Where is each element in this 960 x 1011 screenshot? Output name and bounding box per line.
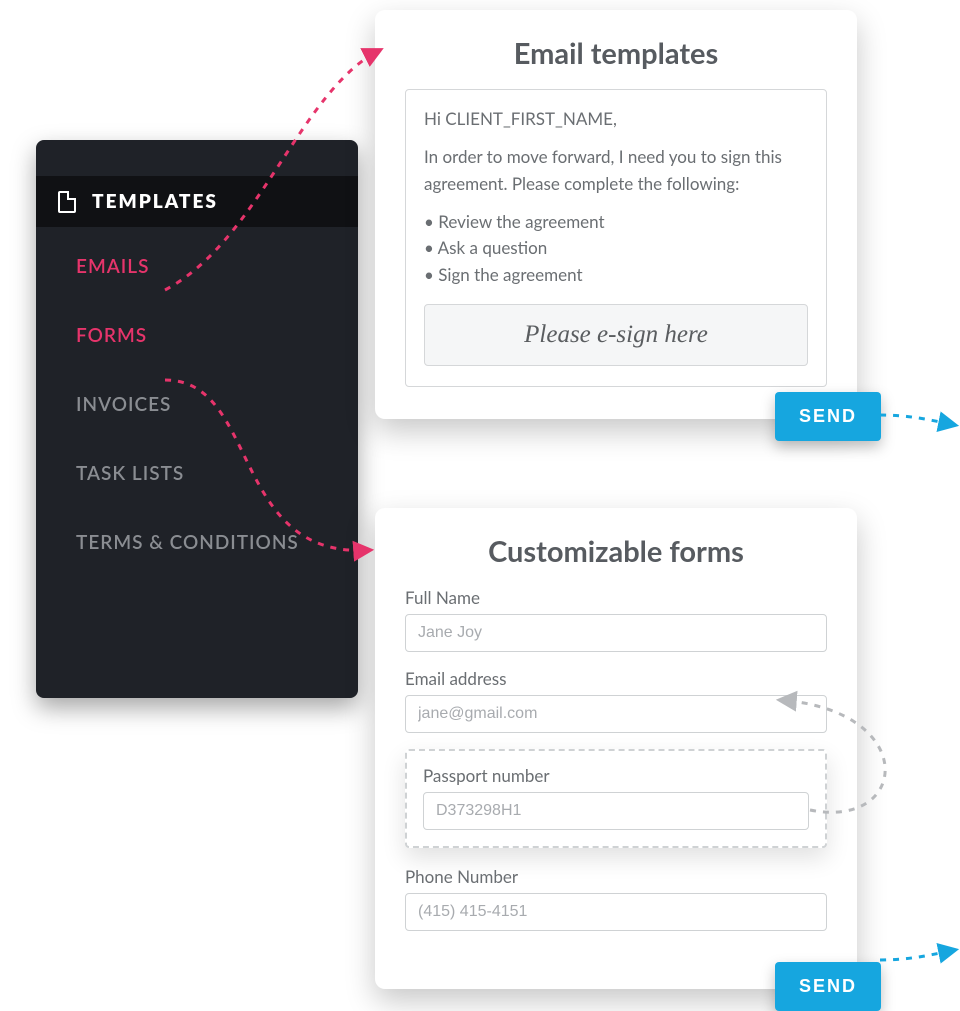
field-label: Full Name [405,587,827,608]
sidebar-item-label: EMAILS [76,255,149,278]
field-label: Email address [405,668,827,689]
sidebar-item-label: FORMS [76,324,147,347]
email-bullet: Sign the agreement [424,262,808,288]
email-bullet: Review the agreement [424,209,808,235]
forms-card: Customizable forms Full Name Email addre… [375,508,857,989]
sidebar-item-task-lists[interactable]: TASK LISTS [76,462,358,485]
email-input[interactable] [405,695,827,733]
sidebar-item-forms[interactable]: FORMS [76,324,358,347]
sidebar-item-emails[interactable]: EMAILS [76,255,358,278]
email-bullet: Ask a question [424,235,808,261]
field-email: Email address [405,668,827,733]
email-templates-card: Email templates Hi CLIENT_FIRST_NAME, In… [375,10,857,419]
card-title: Customizable forms [405,534,827,569]
sidebar-title: TEMPLATES [92,190,218,213]
phone-input[interactable] [405,893,827,931]
card-title: Email templates [405,36,827,71]
sidebar-item-terms[interactable]: TERMS & CONDITIONS [76,531,358,554]
passport-draggable-block[interactable]: Passport number [405,749,827,848]
sidebar-item-invoices[interactable]: INVOICES [76,393,358,416]
file-icon [58,191,76,213]
field-passport: Passport number [423,765,809,830]
sidebar-item-label: TERMS & CONDITIONS [76,531,299,554]
full-name-input[interactable] [405,614,827,652]
email-body: Hi CLIENT_FIRST_NAME, In order to move f… [405,89,827,387]
send-button[interactable]: SEND [775,962,881,1011]
sidebar-item-label: INVOICES [76,393,171,416]
esign-field[interactable]: Please e-sign here [424,304,808,366]
field-full-name: Full Name [405,587,827,652]
email-greeting: Hi CLIENT_FIRST_NAME, [424,106,808,132]
field-label: Phone Number [405,866,827,887]
send-button[interactable]: SEND [775,392,881,441]
field-label: Passport number [423,765,809,786]
sidebar-item-label: TASK LISTS [76,462,184,485]
sidebar-items: EMAILS FORMS INVOICES TASK LISTS TERMS &… [36,227,358,554]
arrow-send-email-out [880,415,955,425]
email-bullet-list: Review the agreement Ask a question Sign… [424,209,808,288]
esign-placeholder: Please e-sign here [524,316,708,355]
field-phone: Phone Number [405,866,827,931]
arrow-send-forms-out [880,950,955,960]
sidebar-header: TEMPLATES [36,176,358,227]
email-intro: In order to move forward, I need you to … [424,144,808,197]
sidebar: TEMPLATES EMAILS FORMS INVOICES TASK LIS… [36,140,358,698]
passport-input[interactable] [423,792,809,830]
